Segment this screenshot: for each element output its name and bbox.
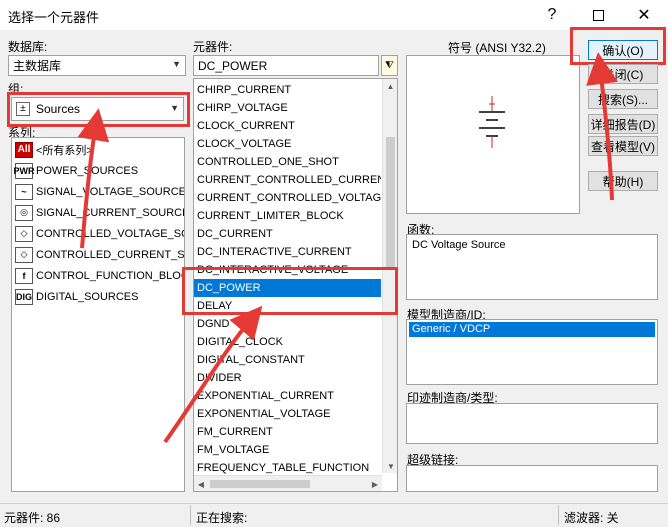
component-count: 元器件: 86 — [4, 511, 61, 525]
filter-status: 滤波器: 关 — [564, 511, 619, 525]
status-divider — [558, 505, 559, 525]
annotation-arrows — [77, 52, 618, 444]
arrow-to-group — [77, 108, 110, 249]
arrow-to-component — [163, 305, 263, 444]
searching-status: 正在搜索: — [196, 511, 248, 525]
arrow-to-ok — [586, 52, 618, 201]
status-divider — [190, 505, 191, 525]
